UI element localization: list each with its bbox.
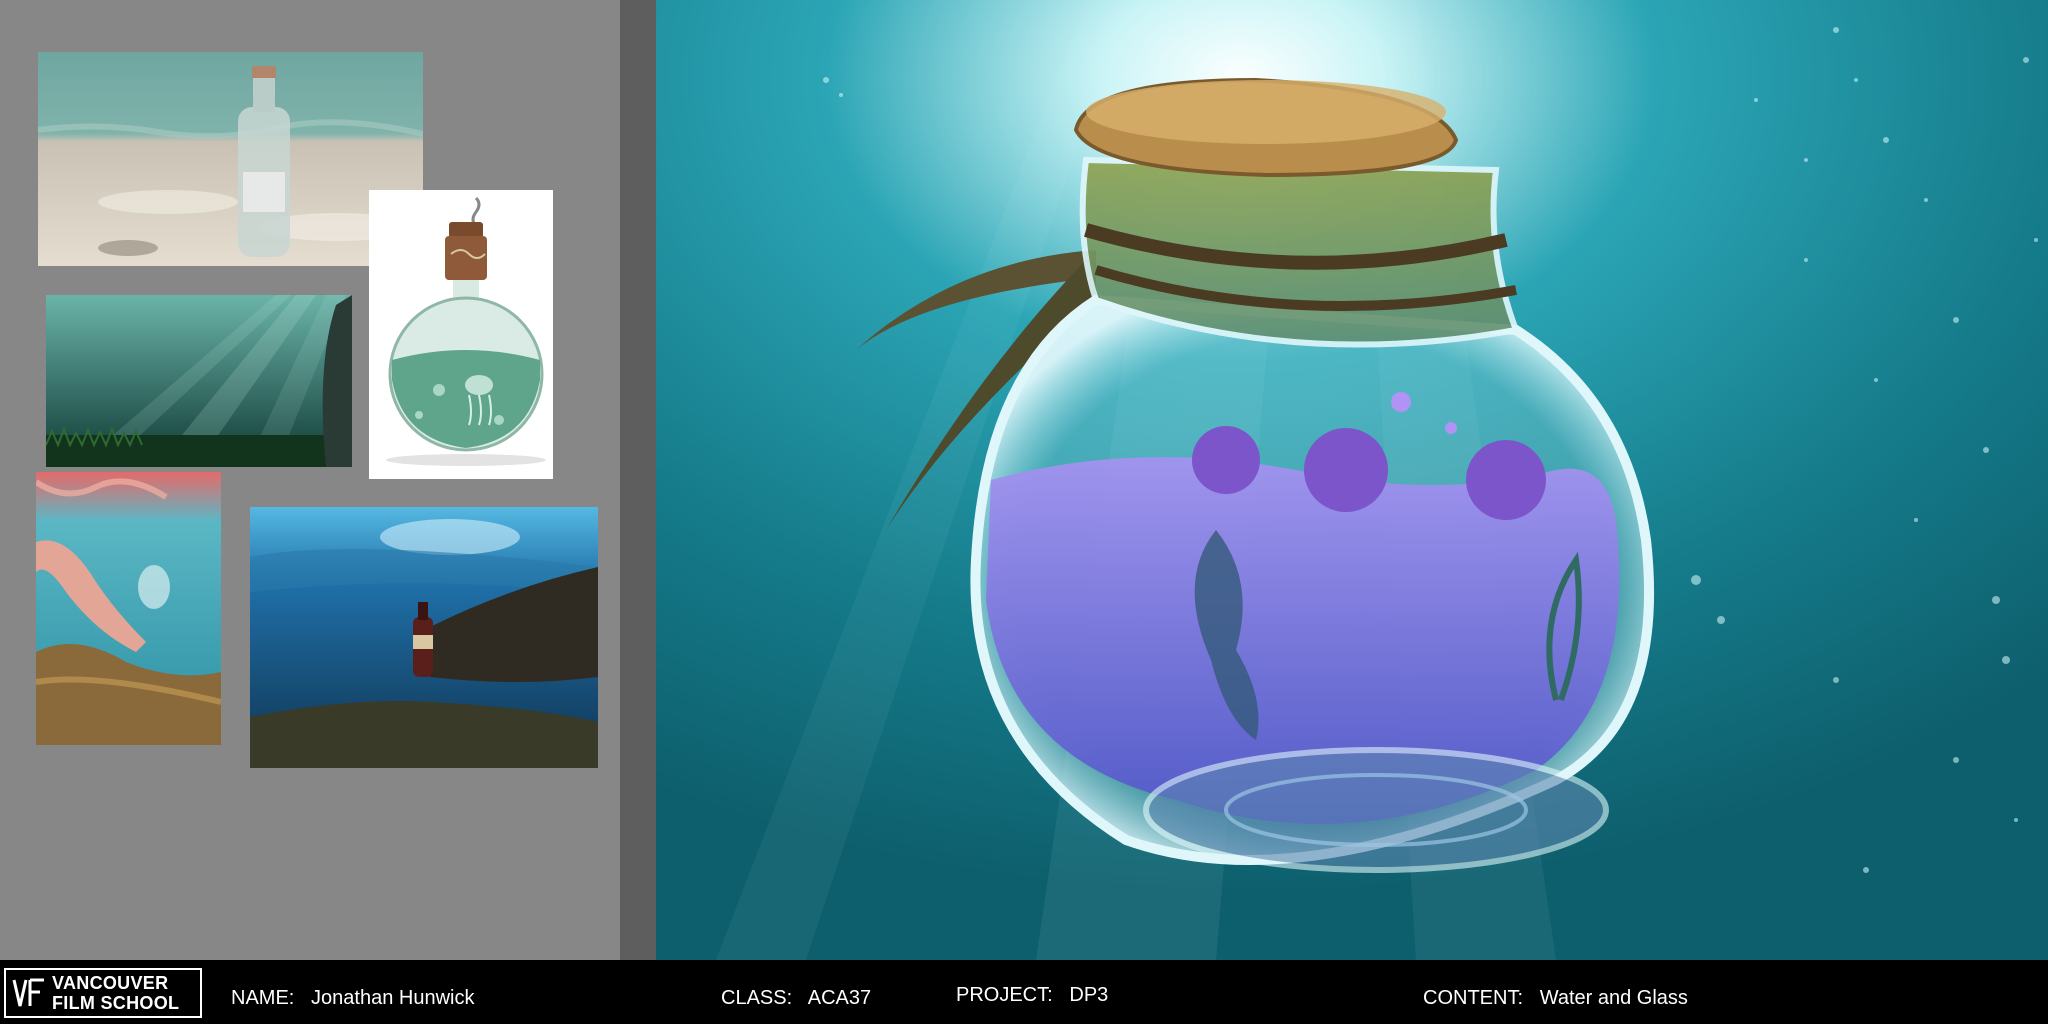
class-value: ACA37	[807, 987, 872, 1009]
reference-underwater-light-rays-photo	[46, 295, 352, 467]
panel-divider	[620, 0, 656, 960]
reference-hand-holding-bottle-photo	[36, 472, 221, 745]
logo-line2: FILM SCHOOL	[52, 993, 180, 1013]
reference-bottle-on-reef-photo	[250, 507, 598, 768]
reference-bottle-sand-photo	[38, 52, 423, 266]
content-label: CONTENT:	[1423, 987, 1523, 1009]
main-concept-potion-bottle-underwater	[656, 0, 2048, 960]
logo-line1: VANCOUVER	[52, 973, 169, 993]
content-value: Water and Glass	[1539, 987, 1688, 1009]
project-field: PROJECT: DP3	[956, 984, 1108, 1007]
reference-panel	[0, 0, 620, 960]
vfs-logo-icon	[12, 978, 44, 1007]
name-label: NAME:	[231, 987, 295, 1009]
content-field: CONTENT: Water and Glass	[1423, 987, 1688, 1010]
class-field: CLASS: ACA37	[721, 987, 871, 1010]
class-label: CLASS:	[721, 987, 793, 1009]
name-value: Jonathan Hunwick	[311, 987, 475, 1009]
project-label: PROJECT:	[956, 984, 1053, 1006]
vancouver-film-school-logo: VANCOUVER FILM SCHOOL	[4, 968, 202, 1018]
logo-text: VANCOUVER FILM SCHOOL	[52, 973, 179, 1013]
footer-bar: VANCOUVER FILM SCHOOL NAME: Jonathan Hun…	[0, 960, 2048, 1024]
reference-potion-bottle-jellyfish	[369, 190, 553, 479]
student-name-field: NAME: Jonathan Hunwick	[231, 987, 474, 1010]
project-value: DP3	[1069, 984, 1109, 1006]
